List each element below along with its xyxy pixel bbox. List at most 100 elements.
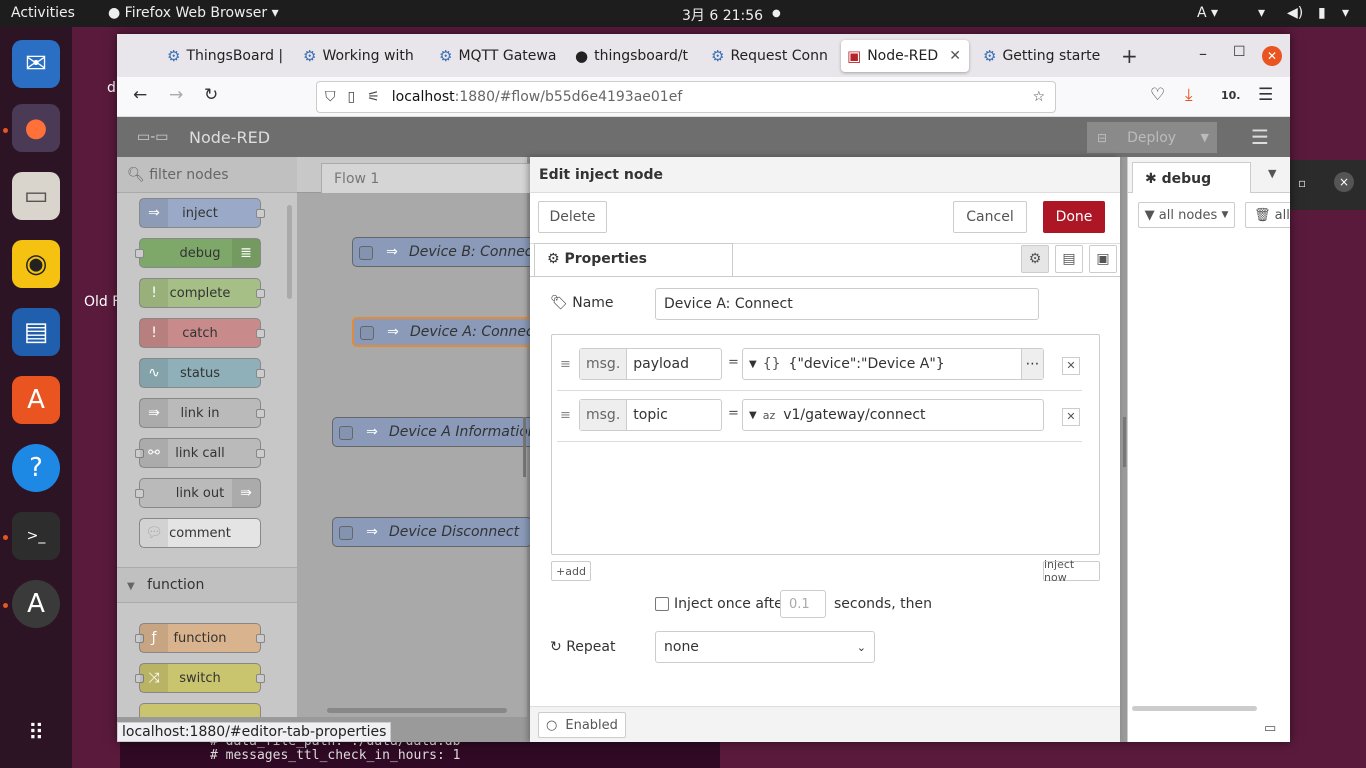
flow-node[interactable]: ⇒ Device B: Connect — [352, 237, 552, 267]
browser-tab[interactable]: ⚙ ThingsBoard | — [161, 40, 287, 72]
inject-button[interactable] — [339, 526, 353, 540]
palette-node-link-out[interactable]: link out ⇛ — [135, 478, 261, 508]
shield-icon[interactable]: ⛉ — [325, 89, 336, 105]
inject-now-button[interactable]: inject now — [1043, 558, 1100, 584]
downloads-icon[interactable]: ⤓ — [1185, 85, 1193, 105]
battery-icon[interactable]: ▮ — [1318, 5, 1326, 21]
chevron-down-icon[interactable]: ▼ — [749, 410, 757, 421]
pocket-icon[interactable]: ♡ — [1150, 85, 1165, 105]
resize-handle[interactable] — [1123, 417, 1126, 467]
extension-badge[interactable]: 10. — [1221, 89, 1241, 102]
close-window-icon[interactable]: ✕ — [1262, 46, 1282, 66]
palette-node-link-call[interactable]: ⚯ link call — [135, 438, 265, 468]
resize-handle[interactable] — [523, 417, 526, 477]
add-property-button[interactable]: + add — [551, 561, 591, 581]
updater-icon[interactable]: A — [12, 580, 60, 628]
inject-button[interactable] — [360, 326, 374, 340]
node-appearance-button[interactable]: ▣ — [1089, 245, 1117, 273]
new-tab-icon[interactable]: + — [1121, 44, 1138, 68]
main-menu-icon[interactable]: ☰ — [1251, 125, 1269, 149]
palette-node-switch[interactable]: ⤨ switch — [135, 663, 265, 693]
browser-tab[interactable]: ⚙ Getting starte — [977, 40, 1105, 72]
palette-node-complete[interactable]: ! complete — [139, 278, 265, 308]
activities-button[interactable]: Activities — [11, 5, 75, 21]
app-menu[interactable]: ● Firefox Web Browser ▾ — [108, 5, 279, 21]
palette-node-inject[interactable]: ⇒ inject — [139, 198, 265, 228]
remove-property-icon[interactable]: ✕ — [1062, 408, 1080, 426]
inject-once-checkbox[interactable] — [655, 597, 669, 611]
inject-button[interactable] — [339, 426, 353, 440]
clock[interactable]: 3月 6 21:56 — [682, 5, 763, 25]
palette-node-debug[interactable]: debug ≣ — [135, 238, 261, 268]
name-input[interactable]: Device A: Connect — [655, 288, 1039, 320]
help-icon[interactable]: ? — [12, 444, 60, 492]
files-icon[interactable]: ▭ — [12, 172, 60, 220]
reload-icon[interactable]: ↻ — [204, 85, 218, 105]
flow-node-selected[interactable]: ⇒ Device A: Connect — [352, 317, 552, 347]
close-icon[interactable]: × — [1334, 172, 1354, 192]
drag-handle-icon[interactable]: ≡ — [560, 408, 571, 423]
browser-tab[interactable]: ⚙ Working with — [297, 40, 425, 72]
node-settings-button[interactable]: ⚙ — [1021, 245, 1049, 273]
sidebar-toggle-icon[interactable]: ▭ — [1264, 721, 1276, 736]
node-description-button[interactable]: ▤ — [1055, 245, 1083, 273]
flow-node[interactable]: ⇒ Device A Information — [332, 417, 552, 447]
tab-debug[interactable]: ✱ debug — [1132, 162, 1251, 193]
chevron-down-icon[interactable]: ▼ — [1201, 131, 1209, 144]
palette-category-function[interactable]: ▼ function — [117, 567, 297, 603]
thunderbird-icon[interactable]: ✉ — [12, 40, 60, 88]
permissions-icon[interactable]: ⚟ — [367, 89, 380, 105]
palette-node-link-in[interactable]: ⇛ link in — [139, 398, 265, 428]
terminal-icon[interactable]: >_ — [12, 512, 60, 560]
browser-tab[interactable]: ● thingsboard/t — [569, 40, 697, 72]
canvas-scrollbar[interactable] — [327, 708, 507, 713]
tab-properties[interactable]: ⚙ Properties — [534, 243, 733, 276]
repeat-select[interactable]: none ⌄ — [655, 631, 875, 663]
system-menu-icon[interactable]: ▾ — [1342, 5, 1349, 21]
restore-icon[interactable]: ▫ — [1298, 176, 1306, 190]
expand-editor-icon[interactable]: ⋯ — [1021, 349, 1043, 379]
rhythmbox-icon[interactable]: ◉ — [12, 240, 60, 288]
volume-icon[interactable]: ◀) — [1287, 5, 1303, 21]
inject-once-delay-input[interactable]: 0.1 — [780, 590, 826, 618]
url-text[interactable]: localhost:1880/#flow/b55d6e4193ae01ef — [392, 89, 682, 105]
wifi-icon[interactable]: ▾ — [1258, 5, 1265, 21]
chevron-down-icon[interactable]: ▼ — [749, 359, 757, 370]
list-all-tabs-icon[interactable] — [125, 44, 147, 66]
palette-node-catch[interactable]: ! catch — [139, 318, 265, 348]
palette-node-comment[interactable]: 💬︎ comment — [139, 518, 261, 548]
inject-button[interactable] — [359, 246, 373, 260]
palette-filter[interactable]: 🔍︎ filter nodes — [117, 157, 297, 193]
flow-node[interactable]: ⇒ Device Disconnect — [332, 517, 532, 547]
browser-tab-active[interactable]: ▣ Node-RED ✕ — [841, 40, 969, 72]
debug-clear-button[interactable]: 🗑︎ all — [1245, 202, 1290, 228]
property-value-input[interactable]: ▼ az v1/gateway/connect — [742, 399, 1044, 431]
back-icon[interactable]: ← — [133, 85, 147, 105]
property-key-input[interactable]: msg. topic — [579, 399, 722, 431]
forward-icon[interactable]: → — [169, 85, 183, 105]
sidebar-scrollbar[interactable] — [1132, 706, 1257, 711]
software-icon[interactable]: A — [12, 376, 60, 424]
palette-node-partial[interactable] — [139, 703, 261, 717]
chevron-down-icon[interactable]: ▼ — [1268, 167, 1276, 180]
property-value-input[interactable]: ▼ {} {"device":"Device A"} ⋯ — [742, 348, 1044, 380]
debug-filter-button[interactable]: ▼ all nodes ▼ — [1138, 202, 1235, 228]
drag-handle-icon[interactable]: ≡ — [560, 357, 571, 372]
property-key-input[interactable]: msg. payload — [579, 348, 722, 380]
maximize-icon[interactable]: ☐ — [1233, 44, 1246, 60]
palette-node-function[interactable]: ƒ function — [135, 623, 265, 653]
cancel-button[interactable]: Cancel — [953, 201, 1027, 233]
input-method-indicator[interactable]: A ▾ — [1197, 5, 1218, 21]
delete-button[interactable]: Delete — [538, 201, 607, 233]
remove-property-icon[interactable]: ✕ — [1062, 357, 1080, 375]
bookmark-star-icon[interactable]: ☆ — [1032, 89, 1045, 105]
browser-tab[interactable]: ⚙ Request Conn — [705, 40, 833, 72]
writer-icon[interactable]: ▤ — [12, 308, 60, 356]
close-tab-icon[interactable]: ✕ — [949, 48, 961, 64]
palette-node-status[interactable]: ∿ status — [139, 358, 265, 388]
minimize-icon[interactable]: – — [1199, 44, 1207, 63]
enabled-toggle[interactable]: ○ Enabled — [538, 712, 626, 738]
flow-canvas[interactable]: Flow 1 ⇒ Device B: Connect ⇒ Device A: Con… — [297, 157, 552, 717]
firefox-icon[interactable]: ● — [12, 104, 60, 152]
done-button[interactable]: Done — [1043, 201, 1105, 233]
